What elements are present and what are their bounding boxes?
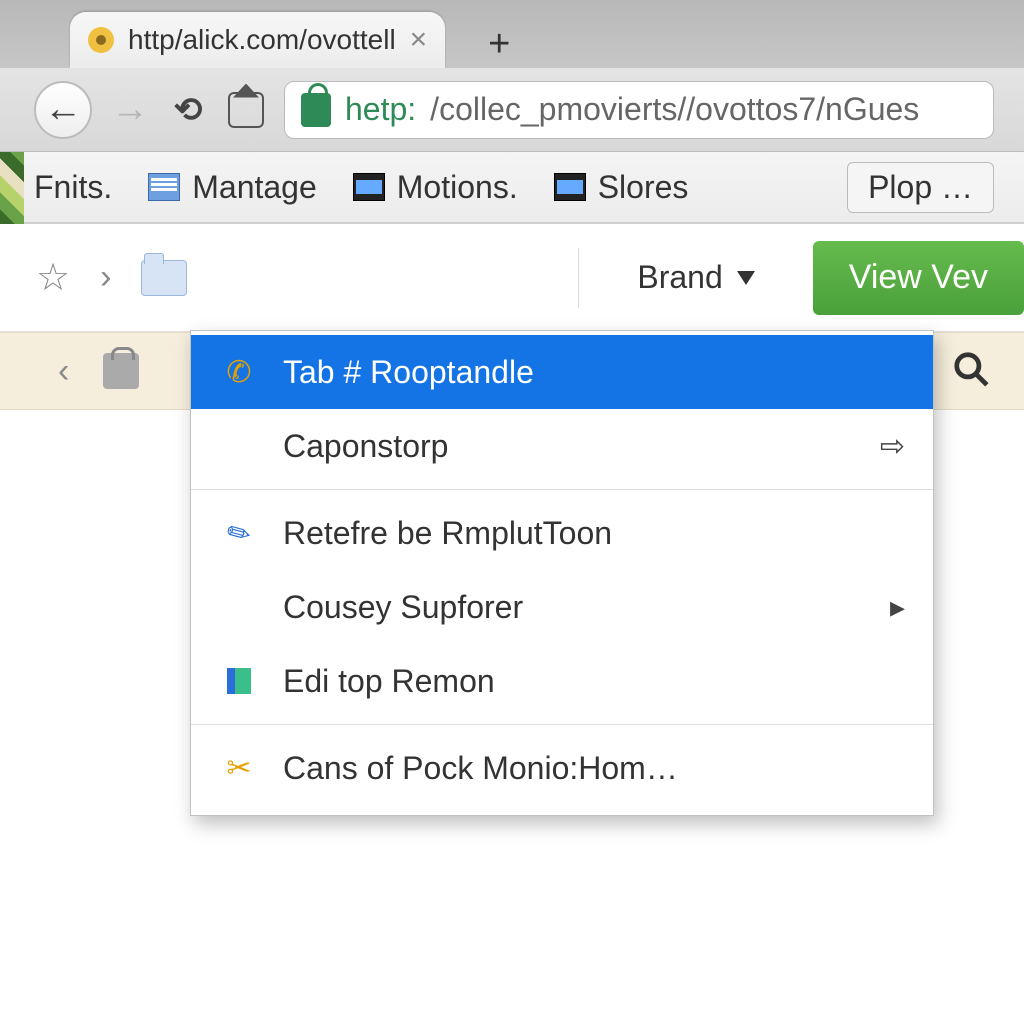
forward-button[interactable]: → xyxy=(110,88,150,131)
brand-dropdown[interactable]: Brand xyxy=(609,259,782,296)
scissors-icon: ✂ xyxy=(219,751,259,786)
tab-favicon-icon xyxy=(88,27,114,53)
site-identity-lock-icon[interactable] xyxy=(301,93,331,127)
bookmark-item-slores[interactable]: Slores xyxy=(554,169,689,206)
phone-icon: ✆ xyxy=(219,355,259,390)
bookmark-monitor-icon xyxy=(353,173,385,201)
tab-close-button[interactable]: × xyxy=(410,23,428,57)
bookmarks-overflow-button[interactable]: Plop … xyxy=(847,162,994,213)
context-menu-item-label: Retefre be RmplutToon xyxy=(283,515,612,552)
context-menu-separator xyxy=(191,489,933,490)
caret-down-icon xyxy=(737,271,755,285)
context-menu-item-label: Cousey Supforer xyxy=(283,589,523,626)
home-button[interactable] xyxy=(226,92,266,128)
view-button[interactable]: View Vev xyxy=(813,241,1024,315)
page-toolbar: ☆ › Brand View Vev xyxy=(0,224,1024,332)
search-icon[interactable] xyxy=(952,350,990,393)
context-menu-item-edi-top[interactable]: Edi top Remon xyxy=(191,644,933,718)
bookmark-label: Slores xyxy=(598,169,689,206)
context-menu-item-label: Edi top Remon xyxy=(283,663,495,700)
browser-tab[interactable]: http/alick.com/ovottell × xyxy=(70,12,445,68)
submenu-arrow-icon: ▸ xyxy=(890,590,905,625)
flag-icon xyxy=(219,668,259,694)
context-menu-item-caponstorp[interactable]: Caponstorp ⇨ xyxy=(191,409,933,483)
bookmark-item-mantage[interactable]: Mantage xyxy=(148,169,317,206)
bookmark-page-icon xyxy=(148,173,180,201)
context-menu-item-label: Tab # Rooptandle xyxy=(283,354,534,391)
back-button[interactable]: ← xyxy=(34,81,92,139)
nav-bar: ← → ⟲ hetp: /collec_pmovierts//ovottos7/… xyxy=(0,68,1024,152)
context-menu: ✆ Tab # Rooptandle Caponstorp ⇨ ✎ Retefr… xyxy=(190,330,934,816)
bookmarks-bar: Fnits. Mantage Motions. Slores Plop … xyxy=(0,152,1024,224)
tab-title: http/alick.com/ovottell xyxy=(128,24,396,56)
folder-icon[interactable] xyxy=(141,260,187,296)
submenu-arrow-icon: ⇨ xyxy=(880,429,905,464)
breadcrumb-chevron-icon: › xyxy=(100,258,111,297)
url-path: /collec_pmovierts//ovottos7/nGues xyxy=(430,91,919,128)
context-menu-item-retefre[interactable]: ✎ Retefre be RmplutToon xyxy=(191,496,933,570)
clipboard-icon[interactable] xyxy=(103,353,139,389)
bookmark-item-fnits[interactable]: Fnits. xyxy=(34,169,112,206)
url-protocol: hetp: xyxy=(345,91,416,128)
context-menu-item-cousey[interactable]: Cousey Supforer ▸ xyxy=(191,570,933,644)
context-menu-item-tab-rooptandle[interactable]: ✆ Tab # Rooptandle xyxy=(191,335,933,409)
bookmark-label: Motions. xyxy=(397,169,518,206)
bookmark-monitor-icon xyxy=(554,173,586,201)
vertical-divider xyxy=(578,248,579,308)
bookmark-item-motions[interactable]: Motions. xyxy=(353,169,518,206)
tab-bar: http/alick.com/ovottell × + xyxy=(0,0,1024,68)
context-menu-item-cans-of-pock[interactable]: ✂ Cans of Pock Monio:Hom… xyxy=(191,731,933,805)
reload-button[interactable]: ⟲ xyxy=(168,90,208,130)
context-menu-separator xyxy=(191,724,933,725)
back-arrow-icon: ← xyxy=(44,88,82,131)
star-icon[interactable]: ☆ xyxy=(36,255,70,300)
bookmark-label: Mantage xyxy=(192,169,317,206)
address-bar[interactable]: hetp: /collec_pmovierts//ovottos7/nGues xyxy=(284,81,994,139)
bookmarks-overflow-label: Plop … xyxy=(868,169,973,205)
context-menu-item-label: Caponstorp xyxy=(283,428,448,465)
pen-icon: ✎ xyxy=(213,509,264,558)
context-menu-item-label: Cans of Pock Monio:Hom… xyxy=(283,750,678,787)
new-tab-button[interactable]: + xyxy=(475,20,523,68)
reload-icon: ⟲ xyxy=(174,90,203,130)
secondary-back-button[interactable]: ‹ xyxy=(58,352,69,391)
forward-arrow-icon: → xyxy=(111,88,149,131)
bookmark-label: Fnits. xyxy=(34,169,112,206)
view-button-label: View Vev xyxy=(849,258,988,297)
home-icon xyxy=(228,92,264,128)
brand-dropdown-label: Brand xyxy=(637,259,722,296)
